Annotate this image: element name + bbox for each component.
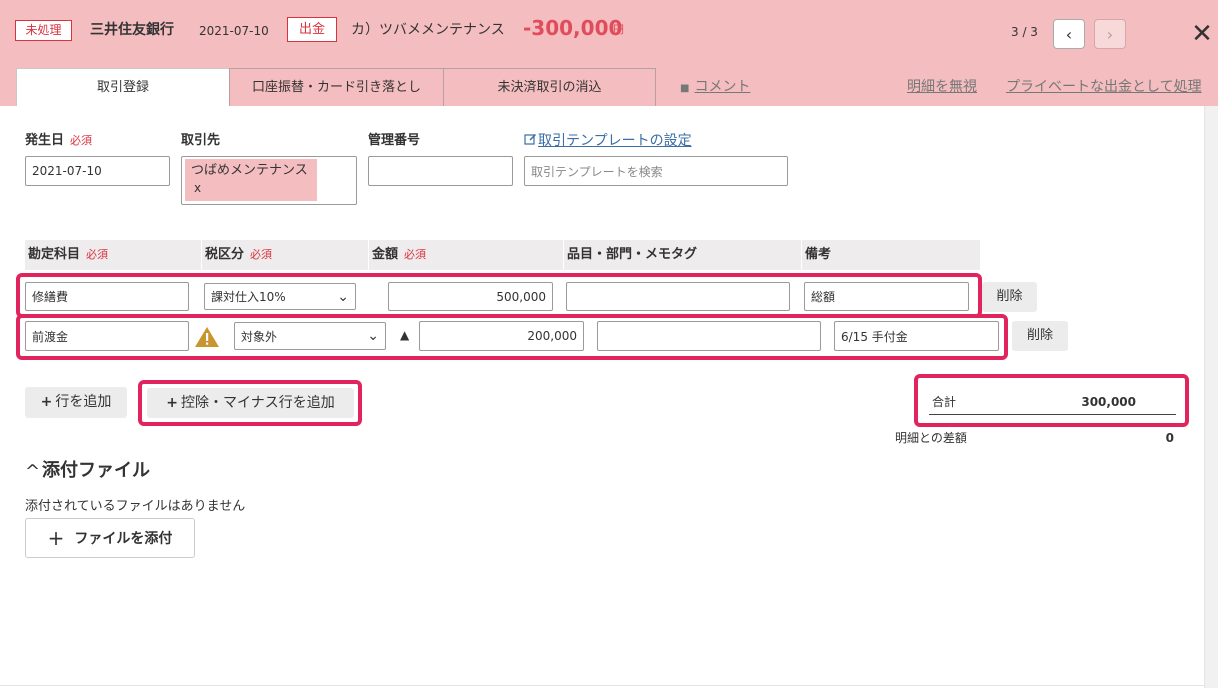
column-header-amount: 金額 必須: [369, 240, 563, 270]
amount-input[interactable]: 500,000: [388, 282, 553, 311]
date-label: 発生日 必須: [25, 132, 92, 150]
note-input[interactable]: 6/15 手付金: [834, 321, 999, 351]
chevron-up-icon[interactable]: ^: [25, 462, 40, 482]
amount-unit: 円: [613, 23, 624, 36]
template-settings-link[interactable]: 取引テンプレートの設定: [524, 131, 692, 151]
column-header-tax: 税区分 必須: [202, 240, 368, 270]
transaction-partner-name: カ）ツバメメンテナンス: [351, 22, 505, 38]
attachments-title[interactable]: 添付ファイル: [42, 459, 150, 483]
item-tag-input[interactable]: [597, 321, 821, 351]
transaction-amount: -300,000: [523, 16, 623, 40]
previous-button[interactable]: ‹: [1053, 19, 1085, 49]
add-attachment-button[interactable]: + ファイルを添付: [25, 518, 195, 558]
partner-label: 取引先: [181, 133, 221, 148]
column-header-account-label: 勘定科目: [28, 247, 81, 262]
ignore-statement-link[interactable]: 明細を無視: [907, 77, 977, 97]
difference-label: 明細との差額: [895, 431, 967, 445]
plus-icon: +: [47, 526, 65, 550]
add-deduction-row-label: 控除・マイナス行を追加: [181, 395, 335, 411]
comment-icon: ■: [680, 83, 690, 94]
scrollbar[interactable]: [1204, 106, 1218, 688]
amount-input[interactable]: 200,000: [419, 321, 584, 351]
chevron-right-icon: ›: [1106, 24, 1114, 44]
item-tag-input[interactable]: [566, 282, 790, 311]
required-badge: 必須: [86, 248, 109, 261]
delete-row-button[interactable]: 削除: [1012, 321, 1068, 351]
template-search-input[interactable]: 取引テンプレートを検索: [524, 156, 788, 186]
add-attachment-label: ファイルを添付: [74, 531, 173, 547]
transaction-date: 2021-07-10: [199, 24, 269, 38]
chevron-down-icon: ⌄: [337, 288, 349, 305]
column-header-note: 備考: [802, 240, 980, 270]
tax-select-value: 課対仕入10%: [211, 290, 286, 304]
plus-icon: +: [166, 395, 178, 411]
total-label: 合計: [932, 395, 957, 409]
page-count: 3 / 3: [1011, 25, 1038, 39]
total-value: 300,000: [1081, 395, 1136, 409]
date-label-text: 発生日: [25, 133, 65, 148]
tab-unsettled-clearing[interactable]: 未決済取引の消込: [443, 68, 656, 106]
column-header-account: 勘定科目 必須: [25, 240, 201, 270]
template-search-placeholder: 取引テンプレートを検索: [531, 164, 663, 179]
comment-link-label: コメント: [694, 79, 751, 95]
account-input[interactable]: 前渡金: [25, 321, 189, 351]
column-header-tax-label: 税区分: [205, 247, 245, 262]
edit-icon: [524, 133, 537, 145]
chevron-left-icon: ‹: [1065, 24, 1073, 44]
required-badge: 必須: [404, 248, 427, 261]
add-row-button[interactable]: + 行を追加: [25, 387, 127, 418]
comment-link[interactable]: ■ コメント: [680, 77, 750, 99]
no-attachments-text: 添付されているファイルはありません: [25, 499, 246, 514]
close-icon: ✕: [1191, 19, 1213, 49]
partner-tag: つばめメンテナンス x: [185, 159, 317, 201]
add-deduction-row-button[interactable]: + 控除・マイナス行を追加: [147, 388, 354, 418]
partner-tag-label: つばめメンテナンス: [191, 163, 308, 178]
minus-mark: ▲: [400, 328, 410, 342]
private-withdrawal-link[interactable]: プライベートな出金として処理: [1006, 77, 1202, 97]
close-button[interactable]: ✕: [1190, 19, 1214, 49]
tab-account-transfer[interactable]: 口座振替・カード引き落とし: [229, 68, 444, 106]
account-input[interactable]: 修繕費: [25, 282, 189, 311]
partner-tag-remove[interactable]: x: [191, 180, 311, 196]
next-button[interactable]: ›: [1094, 19, 1126, 49]
transaction-type-badge: 出金: [287, 17, 337, 42]
delete-row-button[interactable]: 削除: [982, 282, 1037, 312]
divider: [0, 685, 1204, 686]
tax-select[interactable]: 対象外 ⌄: [234, 322, 386, 350]
bank-name: 三井住友銀行: [90, 22, 174, 38]
required-badge: 必須: [70, 134, 93, 147]
status-badge: 未処理: [15, 20, 72, 41]
column-header-amount-label: 金額: [372, 247, 399, 262]
tab-transaction-register[interactable]: 取引登録: [16, 68, 230, 106]
tax-select[interactable]: 課対仕入10% ⌄: [204, 283, 356, 310]
required-badge: 必須: [250, 248, 273, 261]
warning-icon: [194, 326, 220, 348]
template-settings-link-label: 取引テンプレートの設定: [538, 133, 692, 149]
management-number-label: 管理番号: [368, 133, 421, 148]
add-row-label: 行を追加: [55, 394, 112, 410]
tax-select-value: 対象外: [241, 329, 278, 344]
note-input[interactable]: 総額: [804, 282, 969, 311]
management-number-input[interactable]: [368, 156, 513, 186]
column-header-item: 品目・部門・メモタグ: [564, 240, 801, 270]
total-divider: [929, 414, 1176, 415]
date-input[interactable]: 2021-07-10: [25, 156, 170, 186]
plus-icon: +: [40, 394, 53, 410]
chevron-down-icon: ⌄: [367, 328, 379, 344]
difference-value: 0: [1165, 431, 1174, 445]
